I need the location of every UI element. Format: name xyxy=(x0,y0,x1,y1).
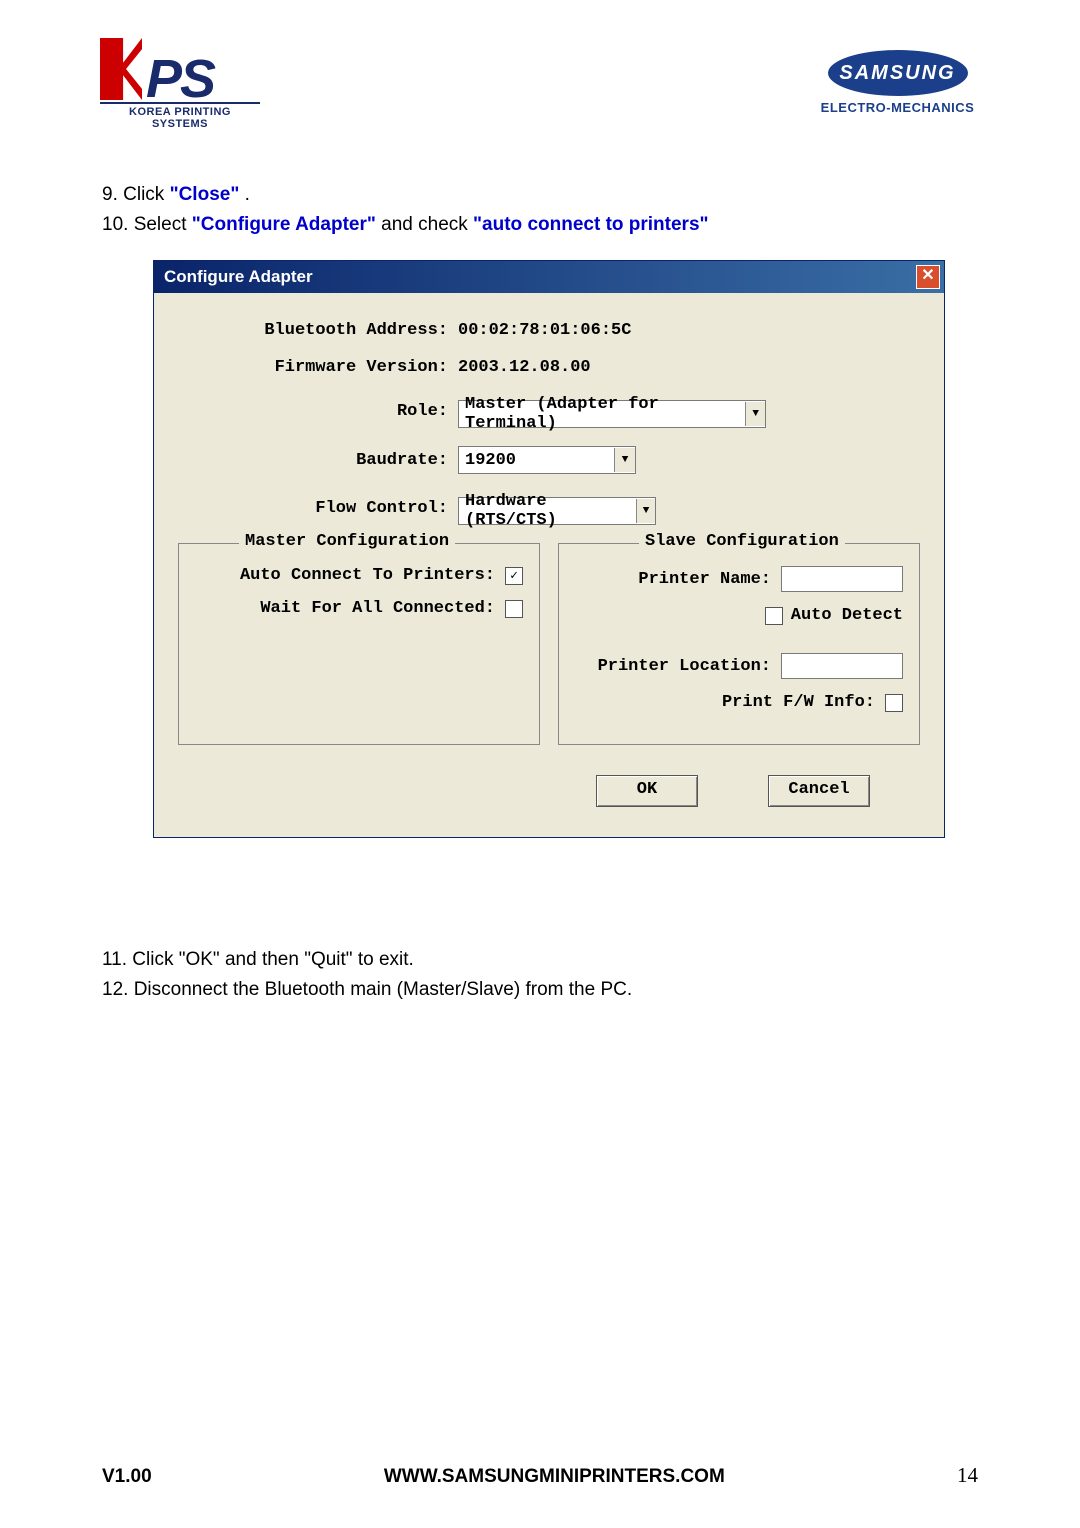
row-baudrate: Baudrate: 19200 ▼ xyxy=(178,446,920,474)
kps-ps-text: PS xyxy=(146,55,214,104)
text: to exit. xyxy=(353,949,414,970)
label-auto-connect: Auto Connect To Printers: xyxy=(195,566,505,585)
value-baudrate: 19200 ▼ xyxy=(458,446,920,474)
row-role: Role: Master (Adapter for Terminal) ▼ xyxy=(178,395,920,428)
label-printer-location: Printer Location: xyxy=(575,657,781,676)
row-bluetooth-address: Bluetooth Address: 00:02:78:01:06:5C xyxy=(178,321,920,340)
instruction-step-9: 9. Click "Close" . xyxy=(102,180,942,210)
label-flow-control: Flow Control: xyxy=(178,499,458,518)
samsung-logo: SAMSUNG ELECTRO-MECHANICS xyxy=(815,50,980,115)
text: and check xyxy=(376,214,473,235)
text: and then xyxy=(220,949,305,970)
value-flow-control: Hardware (RTS/CTS) ▼ xyxy=(458,492,920,525)
flow-control-select-value: Hardware (RTS/CTS) xyxy=(465,492,630,530)
ok-button[interactable]: OK xyxy=(596,775,698,807)
label-printer-name: Printer Name: xyxy=(575,570,781,589)
wait-all-checkbox[interactable] xyxy=(505,600,523,618)
auto-connect-checkbox[interactable] xyxy=(505,567,523,585)
label-bluetooth-address: Bluetooth Address: xyxy=(178,321,458,340)
cancel-button[interactable]: Cancel xyxy=(768,775,870,807)
value-firmware-version: 2003.12.08.00 xyxy=(458,358,920,377)
chevron-down-icon: ▼ xyxy=(745,402,765,426)
value-role: Master (Adapter for Terminal) ▼ xyxy=(458,395,920,428)
blue-text: "Close" xyxy=(170,184,240,205)
print-fw-info-checkbox[interactable] xyxy=(885,694,903,712)
label-wait-all: Wait For All Connected: xyxy=(195,599,505,618)
role-select[interactable]: Master (Adapter for Terminal) ▼ xyxy=(458,400,766,428)
baudrate-select-value: 19200 xyxy=(465,451,516,470)
auto-detect-checkbox[interactable] xyxy=(765,607,783,625)
dialog-titlebar: Configure Adapter ✕ xyxy=(154,261,944,293)
master-configuration-group: Master Configuration Auto Connect To Pri… xyxy=(178,543,540,745)
page-footer: V1.00 WWW.SAMSUNGMINIPRINTERS.COM 14 xyxy=(0,1463,1080,1488)
samsung-brand-text: SAMSUNG xyxy=(839,62,955,85)
blue-text: "Quit" xyxy=(304,949,352,970)
printer-name-input[interactable] xyxy=(781,566,903,592)
row-auto-detect: Auto Detect xyxy=(575,606,903,625)
master-group-legend: Master Configuration xyxy=(239,532,455,551)
text: 9. Click xyxy=(102,184,170,205)
close-icon[interactable]: ✕ xyxy=(916,265,940,289)
chevron-down-icon: ▼ xyxy=(636,499,655,523)
value-bluetooth-address: 00:02:78:01:06:5C xyxy=(458,321,920,340)
kps-logo-shape: PS xyxy=(100,38,260,100)
instruction-step-11: 11. Click "OK" and then "Quit" to exit. xyxy=(102,945,942,975)
footer-page-number: 14 xyxy=(957,1463,978,1488)
row-auto-connect: Auto Connect To Printers: xyxy=(195,566,523,585)
label-firmware-version: Firmware Version: xyxy=(178,358,458,377)
row-printer-name: Printer Name: xyxy=(575,566,903,592)
row-print-fw-info: Print F/W Info: xyxy=(575,693,903,712)
slave-configuration-group: Slave Configuration Printer Name: Auto D… xyxy=(558,543,920,745)
row-flow-control: Flow Control: Hardware (RTS/CTS) ▼ xyxy=(178,492,920,525)
group-container: Master Configuration Auto Connect To Pri… xyxy=(178,543,920,745)
row-firmware-version: Firmware Version: 2003.12.08.00 xyxy=(178,358,920,377)
samsung-oval-icon: SAMSUNG xyxy=(828,50,968,96)
baudrate-select[interactable]: 19200 ▼ xyxy=(458,446,636,474)
row-wait-all: Wait For All Connected: xyxy=(195,599,523,618)
row-printer-location: Printer Location: xyxy=(575,653,903,679)
chevron-down-icon: ▼ xyxy=(614,448,635,472)
flow-control-select[interactable]: Hardware (RTS/CTS) ▼ xyxy=(458,497,656,525)
configure-adapter-dialog: Configure Adapter ✕ Bluetooth Address: 0… xyxy=(153,260,945,838)
text: . xyxy=(239,184,250,205)
page: PS KOREA PRINTING SYSTEMS SAMSUNG ELECTR… xyxy=(0,0,1080,1528)
blue-text: "auto connect to printers" xyxy=(473,214,708,235)
label-role: Role: xyxy=(178,402,458,421)
footer-version: V1.00 xyxy=(102,1466,152,1488)
kps-logo: PS KOREA PRINTING SYSTEMS xyxy=(100,38,260,130)
label-baudrate: Baudrate: xyxy=(178,451,458,470)
dialog-body: Bluetooth Address: 00:02:78:01:06:5C Fir… xyxy=(154,293,944,837)
text: 11. Click xyxy=(102,949,179,970)
role-select-value: Master (Adapter for Terminal) xyxy=(465,395,739,433)
instruction-step-10: 10. Select "Configure Adapter" and check… xyxy=(102,210,942,240)
instruction-step-12: 12. Disconnect the Bluetooth main (Maste… xyxy=(102,975,942,1005)
printer-location-input[interactable] xyxy=(781,653,903,679)
label-print-fw-info: Print F/W Info: xyxy=(575,693,885,712)
samsung-subtitle: ELECTRO-MECHANICS xyxy=(815,100,980,115)
instructions-below: 11. Click "OK" and then "Quit" to exit. … xyxy=(102,945,942,1006)
slave-group-legend: Slave Configuration xyxy=(639,532,845,551)
blue-text: "Configure Adapter" xyxy=(192,214,376,235)
footer-url: WWW.SAMSUNGMINIPRINTERS.COM xyxy=(384,1466,725,1488)
instructions-top: 9. Click "Close" . 10. Select "Configure… xyxy=(102,180,942,241)
dialog-button-row: OK Cancel xyxy=(178,745,920,817)
kps-k-icon xyxy=(100,38,142,100)
label-auto-detect: Auto Detect xyxy=(791,606,903,625)
dialog-title: Configure Adapter xyxy=(164,267,313,287)
text: 10. Select xyxy=(102,214,192,235)
blue-text: "OK" xyxy=(179,949,220,970)
